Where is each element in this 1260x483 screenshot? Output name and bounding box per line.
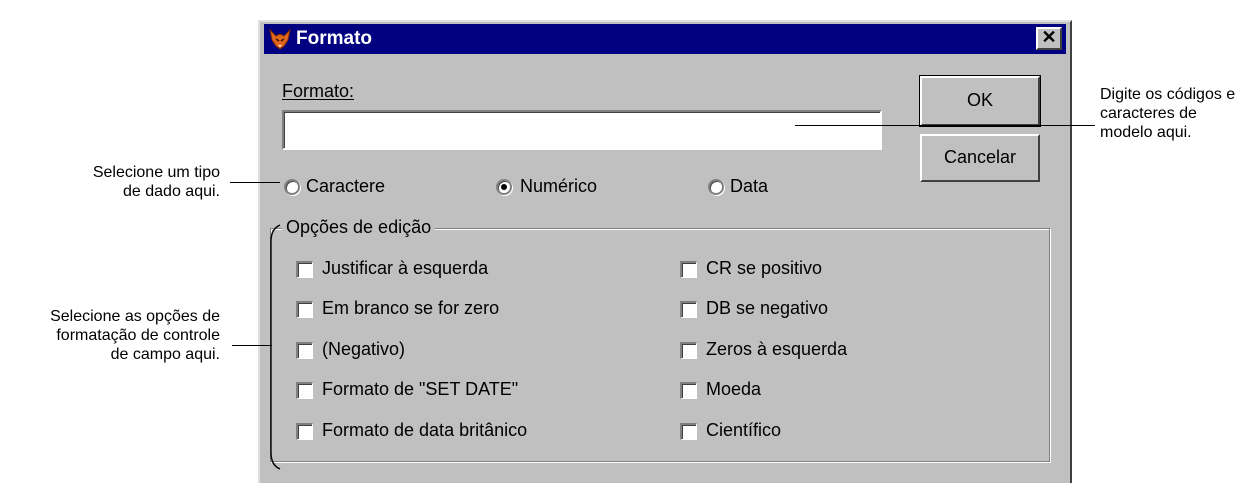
ok-button[interactable]: OK [919, 75, 1041, 127]
checkbox-label: Científico [706, 420, 782, 440]
checkbox-label: Em branco se for zero [322, 298, 500, 318]
close-button[interactable]: ✕ [1036, 27, 1062, 50]
radio-selected-dot [501, 184, 507, 190]
checkbox-label: Zeros à esquerda [706, 339, 848, 359]
annotation-right: Digite os códigos e caracteres de modelo… [1100, 86, 1236, 141]
format-label: Formato: [282, 81, 355, 101]
checkbox-label: Justificar à esquerda [322, 258, 489, 278]
callout-line-type [230, 182, 280, 183]
checkbox-label: Formato de "SET DATE" [322, 379, 519, 399]
checkbox[interactable] [296, 261, 313, 278]
checkbox[interactable] [680, 301, 697, 318]
radio-data-label: Data [730, 176, 769, 196]
edit-options-title: Opções de edição [282, 216, 436, 238]
checkbox-label: DB se negativo [706, 298, 829, 318]
callout-line-options [232, 345, 272, 346]
checkbox[interactable] [680, 342, 697, 359]
checkbox[interactable] [680, 261, 697, 278]
annotation-left-bottom: Selecione as opções de formatação de con… [50, 308, 220, 363]
checkbox[interactable] [296, 301, 313, 318]
format-dialog: Formato ✕ Formato: OK Cancelar Caractere… [258, 20, 1072, 483]
close-icon: ✕ [1041, 27, 1057, 47]
options-bracket [270, 224, 281, 470]
cancel-button[interactable]: Cancelar [920, 134, 1040, 182]
dialog-title: Formato [296, 28, 372, 49]
radio-caractere-label: Caractere [306, 176, 386, 196]
radio-button[interactable] [708, 179, 724, 195]
checkbox[interactable] [680, 423, 697, 440]
annotation-left-top: Selecione um tipo de dado aqui. [92, 164, 220, 200]
checkbox[interactable] [680, 382, 697, 399]
checkbox-label: Moeda [706, 379, 762, 399]
callout-line-format [795, 125, 1095, 126]
title-bar[interactable]: Formato ✕ [264, 24, 1066, 54]
radio-button[interactable] [284, 179, 300, 195]
checkbox-label: CR se positivo [706, 258, 823, 278]
checkbox-label: Formato de data britânico [322, 420, 528, 440]
checkbox-label: (Negativo) [322, 339, 406, 359]
checkbox[interactable] [296, 382, 313, 399]
checkbox[interactable] [296, 342, 313, 359]
fox-icon [269, 28, 291, 50]
format-input[interactable] [282, 110, 882, 150]
checkbox[interactable] [296, 423, 313, 440]
radio-numerico-label: Numérico [520, 176, 598, 196]
radio-button[interactable] [496, 179, 512, 195]
